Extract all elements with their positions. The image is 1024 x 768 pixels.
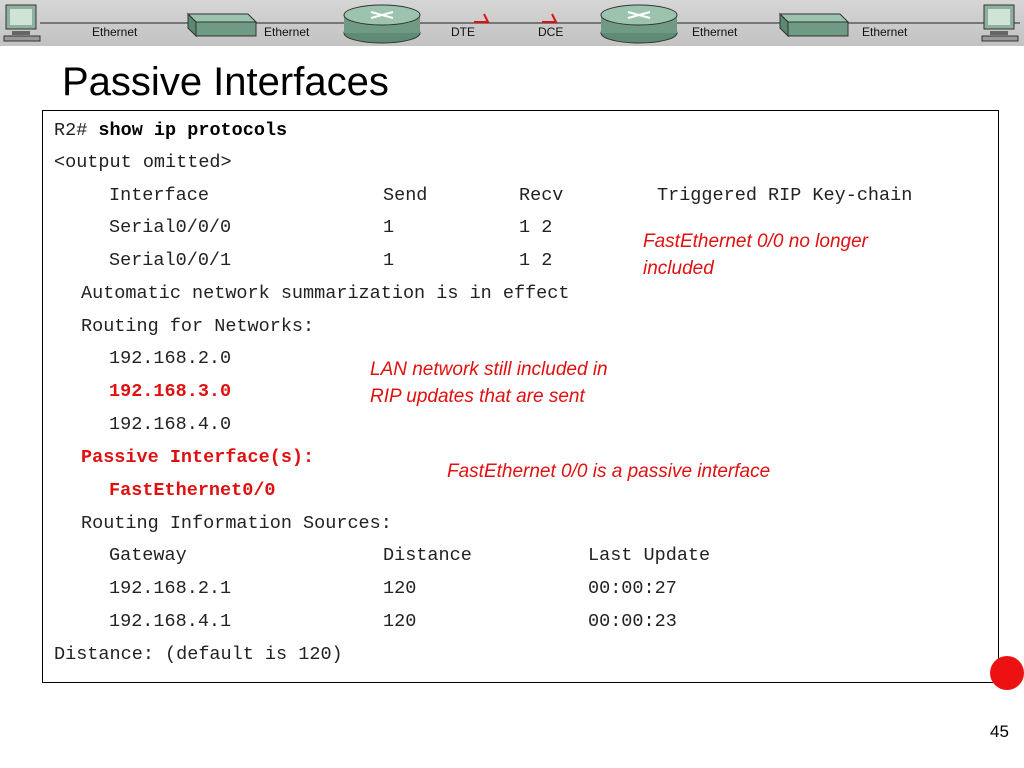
prompt: R2#	[54, 120, 99, 141]
gateway-row-address: 192.168.2.1	[109, 578, 232, 599]
iface-row-recv: 1 2	[519, 250, 553, 271]
banner-label-dce: DCE	[538, 25, 564, 39]
banner-label-ethernet-4: Ethernet	[862, 25, 908, 39]
annotation-line: LAN network still included in	[370, 359, 608, 380]
col-distance-header: Distance	[383, 545, 472, 566]
col-interface-header: Interface	[109, 185, 209, 206]
iface-row-name: Serial0/0/0	[109, 217, 232, 238]
gateway-row-last-update: 00:00:27	[588, 578, 677, 599]
info-sources-line: Routing Information Sources:	[81, 513, 392, 534]
network-entry-highlighted: 192.168.3.0	[109, 381, 232, 402]
banner-label-ethernet-3: Ethernet	[692, 25, 738, 39]
banner-label-ethernet-1: Ethernet	[92, 25, 138, 39]
routing-networks-line: Routing for Networks:	[81, 316, 315, 337]
annotation-lan-still-included: LAN network still included in RIP update…	[370, 356, 608, 410]
command: show ip protocols	[98, 120, 288, 141]
network-entry: 192.168.2.0	[109, 348, 232, 369]
banner-label-ethernet-2: Ethernet	[264, 25, 310, 39]
annotation-line: FastEthernet 0/0 no longer	[643, 231, 868, 252]
iface-row-recv: 1 2	[519, 217, 553, 238]
router-icon	[600, 4, 678, 44]
iface-row-send: 1	[383, 217, 395, 238]
col-triggered-header: Triggered RIP Key-chain	[657, 185, 913, 206]
passive-interface-entry: FastEthernet0/0	[109, 480, 276, 501]
col-send-header: Send	[383, 185, 428, 206]
gateway-row-last-update: 00:00:23	[588, 611, 677, 632]
gateway-row-distance: 120	[383, 578, 417, 599]
col-gateway-header: Gateway	[109, 545, 187, 566]
pc-icon	[981, 4, 1019, 42]
output-omitted: <output omitted>	[54, 152, 232, 173]
iface-row-name: Serial0/0/1	[109, 250, 232, 271]
switch-icon	[778, 12, 850, 38]
annotation-line: included	[643, 258, 714, 279]
gateway-row-distance: 120	[383, 611, 417, 632]
network-entry: 192.168.4.0	[109, 414, 232, 435]
router-icon	[343, 4, 421, 44]
annotation-fastethernet-removed: FastEthernet 0/0 no longer included	[643, 228, 868, 282]
slide-title: Passive Interfaces	[62, 60, 389, 104]
command-line: R2# show ip protocols	[54, 120, 287, 142]
switch-icon	[186, 12, 258, 38]
annotation-line: RIP updates that are sent	[370, 386, 585, 407]
annotation-passive-interface: FastEthernet 0/0 is a passive interface	[447, 461, 771, 482]
red-dot-marker	[990, 656, 1024, 690]
gateway-row-address: 192.168.4.1	[109, 611, 232, 632]
page-number: 45	[990, 722, 1009, 741]
col-recv-header: Recv	[519, 185, 564, 206]
default-distance-line: Distance: (default is 120)	[54, 644, 343, 665]
pc-icon	[3, 4, 41, 42]
network-topology-banner: Ethernet Ethernet DTE DCE Ethernet Ether…	[0, 0, 1024, 46]
iface-row-send: 1	[383, 250, 395, 271]
col-last-update-header: Last Update	[588, 545, 711, 566]
auto-summary-line: Automatic network summarization is in ef…	[81, 283, 570, 304]
passive-interface-label: Passive Interface(s):	[81, 447, 315, 468]
